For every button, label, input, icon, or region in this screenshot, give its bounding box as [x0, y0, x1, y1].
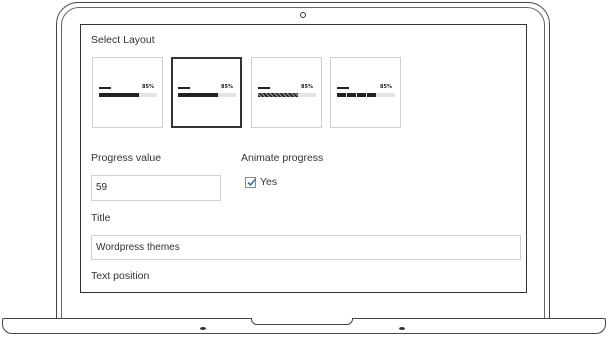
progress-value-label: Progress value — [91, 152, 162, 164]
text-position-label: Text position — [91, 270, 150, 282]
preview-percent: 85% — [142, 84, 154, 90]
layout-option-plain[interactable]: 85% — [92, 57, 163, 128]
check-icon — [247, 178, 257, 187]
progress-value-input[interactable]: 59 — [91, 175, 221, 201]
preview-fill — [258, 93, 298, 97]
layout-preview: 85% — [337, 84, 395, 98]
preview-fill — [178, 93, 218, 97]
title-input[interactable]: Wordpress themes — [91, 235, 521, 260]
preview-title-bar — [337, 87, 349, 89]
animate-checkbox[interactable] — [245, 177, 257, 188]
laptop-foot — [200, 327, 206, 330]
preview-title-bar — [258, 87, 270, 89]
preview-percent: 85% — [301, 84, 313, 90]
camera-icon — [300, 12, 306, 18]
preview-title-bar — [178, 87, 190, 89]
layout-preview: 85% — [258, 84, 316, 98]
layout-option-plain-selected[interactable]: 85% — [171, 57, 242, 128]
preview-segment — [347, 93, 356, 97]
select-layout-label: Select Layout — [91, 34, 155, 46]
layout-preview: 85% — [178, 84, 236, 98]
layout-option-striped[interactable]: 85% — [251, 57, 322, 128]
laptop-base-notch — [251, 318, 353, 325]
layout-preview: 85% — [99, 84, 157, 98]
animate-yes-label: Yes — [260, 176, 278, 188]
preview-segment — [367, 93, 376, 97]
layout-option-segmented[interactable]: 85% — [330, 57, 401, 128]
preview-segment — [337, 93, 346, 97]
laptop-screen: Select Layout 85% 85% 85% 85% Progress v… — [80, 24, 527, 293]
preview-segment — [357, 93, 366, 97]
preview-fill — [99, 93, 139, 97]
animate-progress-label: Animate progress — [241, 152, 324, 164]
title-label: Title — [91, 212, 111, 224]
laptop-foot — [399, 327, 405, 330]
preview-title-bar — [99, 87, 111, 89]
preview-percent: 85% — [380, 84, 392, 90]
preview-percent: 85% — [221, 84, 233, 90]
